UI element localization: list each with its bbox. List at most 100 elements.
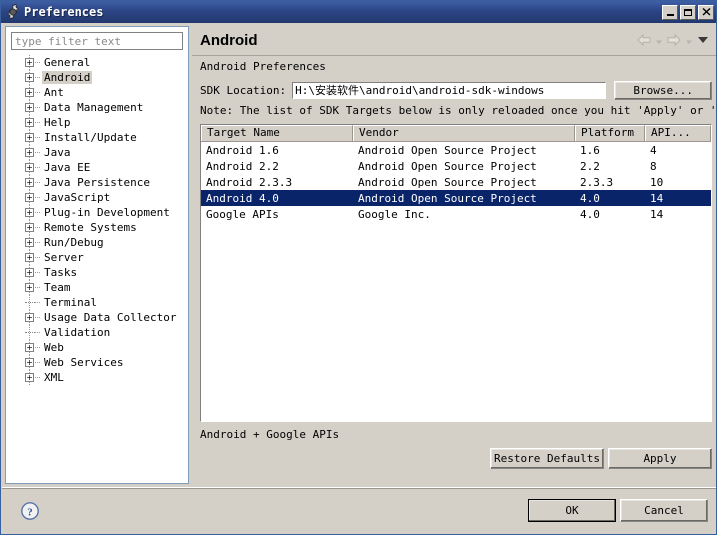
table-header-row: Target Name Vendor Platform API... bbox=[201, 125, 711, 142]
close-icon bbox=[702, 8, 710, 16]
minimize-button[interactable] bbox=[662, 4, 678, 20]
table-column-header[interactable]: API... bbox=[645, 125, 711, 141]
table-column-header[interactable]: Platform bbox=[575, 125, 645, 141]
tree-expand-plus-icon[interactable]: + bbox=[25, 133, 34, 142]
section-label: Android Preferences bbox=[200, 60, 326, 73]
sidebar-item-plug-in-development[interactable]: + Plug-in Development bbox=[8, 205, 186, 220]
table-cell: 4.0 bbox=[580, 207, 600, 221]
tree-expand-plus-icon[interactable]: + bbox=[25, 343, 34, 352]
tree-expand-plus-icon[interactable]: + bbox=[25, 118, 34, 127]
tree-expand-plus-icon[interactable]: + bbox=[25, 73, 34, 82]
sidebar-item-help[interactable]: + Help bbox=[8, 115, 186, 130]
tree-connector-line bbox=[35, 317, 40, 318]
forward-arrow-icon[interactable] bbox=[667, 34, 681, 46]
tree-connector-line bbox=[35, 92, 40, 93]
reload-note: Note: The list of SDK Targets below is o… bbox=[200, 104, 717, 117]
sidebar-item-xml[interactable]: + XML bbox=[8, 370, 186, 385]
back-arrow-icon[interactable] bbox=[637, 34, 651, 46]
sidebar-item-usage-data-collector[interactable]: + Usage Data Collector bbox=[8, 310, 186, 325]
sidebar-item-label: Web Services bbox=[44, 356, 124, 369]
tree-expand-plus-icon[interactable]: + bbox=[25, 238, 34, 247]
page-title: Android bbox=[200, 31, 258, 49]
tree-expand-plus-icon[interactable]: + bbox=[25, 88, 34, 97]
sidebar-item-validation[interactable]: Validation bbox=[8, 325, 186, 340]
tree-expand-plus-icon[interactable]: + bbox=[25, 193, 34, 202]
table-cell: Android Open Source Project bbox=[358, 191, 537, 205]
tree-expand-plus-icon[interactable]: + bbox=[25, 268, 34, 277]
tree-expand-plus-icon[interactable]: + bbox=[25, 208, 34, 217]
sidebar-item-run-debug[interactable]: + Run/Debug bbox=[8, 235, 186, 250]
tree-expand-plus-icon[interactable]: + bbox=[25, 148, 34, 157]
tree-expand-plus-icon[interactable]: + bbox=[25, 178, 34, 187]
panel-nav-icons bbox=[637, 34, 709, 46]
help-question-icon[interactable]: ? bbox=[20, 501, 40, 521]
sidebar-item-web-services[interactable]: + Web Services bbox=[8, 355, 186, 370]
sidebar-item-server[interactable]: + Server bbox=[8, 250, 186, 265]
tree-expand-plus-icon[interactable]: + bbox=[25, 313, 34, 322]
filter-input[interactable]: type filter text bbox=[11, 32, 183, 50]
table-row[interactable]: Android 1.6 Android Open Source Project 1.… bbox=[201, 142, 711, 158]
panel-header: Android bbox=[192, 25, 716, 56]
sidebar-item-android[interactable]: + Android bbox=[8, 70, 186, 85]
table-cell: 14 bbox=[650, 207, 664, 221]
browse-button-label: Browse... bbox=[633, 83, 693, 97]
tree-expand-plus-icon[interactable]: + bbox=[25, 223, 34, 232]
sidebar-item-label: Ant bbox=[44, 86, 64, 99]
table-row[interactable]: Google APIs Google Inc. 4.0 14 bbox=[201, 206, 711, 222]
table-cell: Android 4.0 bbox=[206, 191, 279, 205]
tree-connector-line bbox=[35, 212, 40, 213]
sidebar-item-general[interactable]: + General bbox=[8, 55, 186, 70]
sidebar-item-label: Help bbox=[44, 116, 71, 129]
sdk-location-label: SDK Location: bbox=[200, 83, 287, 97]
sidebar-item-ant[interactable]: + Ant bbox=[8, 85, 186, 100]
cancel-button[interactable]: Cancel bbox=[620, 499, 708, 522]
tree-expand-plus-icon[interactable]: + bbox=[25, 373, 34, 382]
sidebar-item-remote-systems[interactable]: + Remote Systems bbox=[8, 220, 186, 235]
table-column-header[interactable]: Target Name bbox=[201, 125, 353, 141]
sidebar-item-install-update[interactable]: + Install/Update bbox=[8, 130, 186, 145]
sidebar-item-tasks[interactable]: + Tasks bbox=[8, 265, 186, 280]
sidebar-item-label: Plug-in Development bbox=[44, 206, 170, 219]
sidebar-item-terminal[interactable]: Terminal bbox=[8, 295, 186, 310]
tree-expand-plus-icon[interactable]: + bbox=[25, 358, 34, 367]
apply-button[interactable]: Apply bbox=[608, 448, 712, 469]
table-row[interactable]: Android 2.3.3 Android Open Source Project… bbox=[201, 174, 711, 190]
tree-connector-line bbox=[35, 347, 40, 348]
forward-menu-chevron-down-icon[interactable] bbox=[685, 36, 693, 44]
tree-expand-plus-icon[interactable]: + bbox=[25, 58, 34, 67]
sidebar-item-team[interactable]: + Team bbox=[8, 280, 186, 295]
panel-menu-chevron-down-icon[interactable] bbox=[697, 35, 709, 45]
table-body[interactable]: Android 1.6 Android Open Source Project 1.… bbox=[201, 142, 711, 222]
sdk-location-input[interactable]: H:\安装软件\android\android-sdk-windows bbox=[292, 81, 607, 99]
sidebar-item-javascript[interactable]: + JavaScript bbox=[8, 190, 186, 205]
browse-button[interactable]: Browse... bbox=[614, 80, 712, 100]
sidebar-item-label: Web bbox=[44, 341, 64, 354]
sidebar-item-data-management[interactable]: + Data Management bbox=[8, 100, 186, 115]
preferences-tree-panel: type filter text + General + Android + Ant + Da… bbox=[5, 26, 189, 484]
sidebar-item-java-persistence[interactable]: + Java Persistence bbox=[8, 175, 186, 190]
table-cell: Android 1.6 bbox=[206, 143, 279, 157]
preferences-tree[interactable]: + General + Android + Ant + Data Management + Hel… bbox=[8, 55, 186, 480]
cancel-label: Cancel bbox=[644, 504, 684, 517]
close-button[interactable] bbox=[698, 4, 714, 20]
table-column-header[interactable]: Vendor bbox=[353, 125, 575, 141]
tree-expand-plus-icon[interactable]: + bbox=[25, 253, 34, 262]
table-row[interactable]: Android 2.2 Android Open Source Project 2.… bbox=[201, 158, 711, 174]
sidebar-item-java-ee[interactable]: + Java EE bbox=[8, 160, 186, 175]
apply-label: Apply bbox=[643, 452, 677, 465]
sidebar-item-java[interactable]: + Java bbox=[8, 145, 186, 160]
gear-icon bbox=[5, 3, 21, 20]
table-row[interactable]: Android 4.0 Android Open Source Project 4.… bbox=[201, 190, 711, 206]
sidebar-item-web[interactable]: + Web bbox=[8, 340, 186, 355]
tree-expand-plus-icon[interactable]: + bbox=[25, 163, 34, 172]
tree-expand-plus-icon[interactable]: + bbox=[25, 283, 34, 292]
tree-connector-line bbox=[35, 152, 40, 153]
sidebar-item-label: Java EE bbox=[44, 161, 91, 174]
ok-button[interactable]: OK bbox=[528, 499, 616, 522]
tree-expand-plus-icon[interactable]: + bbox=[25, 103, 34, 112]
sdk-targets-table[interactable]: Target Name Vendor Platform API... Android … bbox=[200, 124, 712, 422]
restore-defaults-button[interactable]: Restore Defaults bbox=[490, 448, 604, 469]
tree-connector-line bbox=[35, 362, 40, 363]
back-menu-chevron-down-icon[interactable] bbox=[655, 36, 663, 44]
maximize-button[interactable] bbox=[680, 4, 696, 20]
